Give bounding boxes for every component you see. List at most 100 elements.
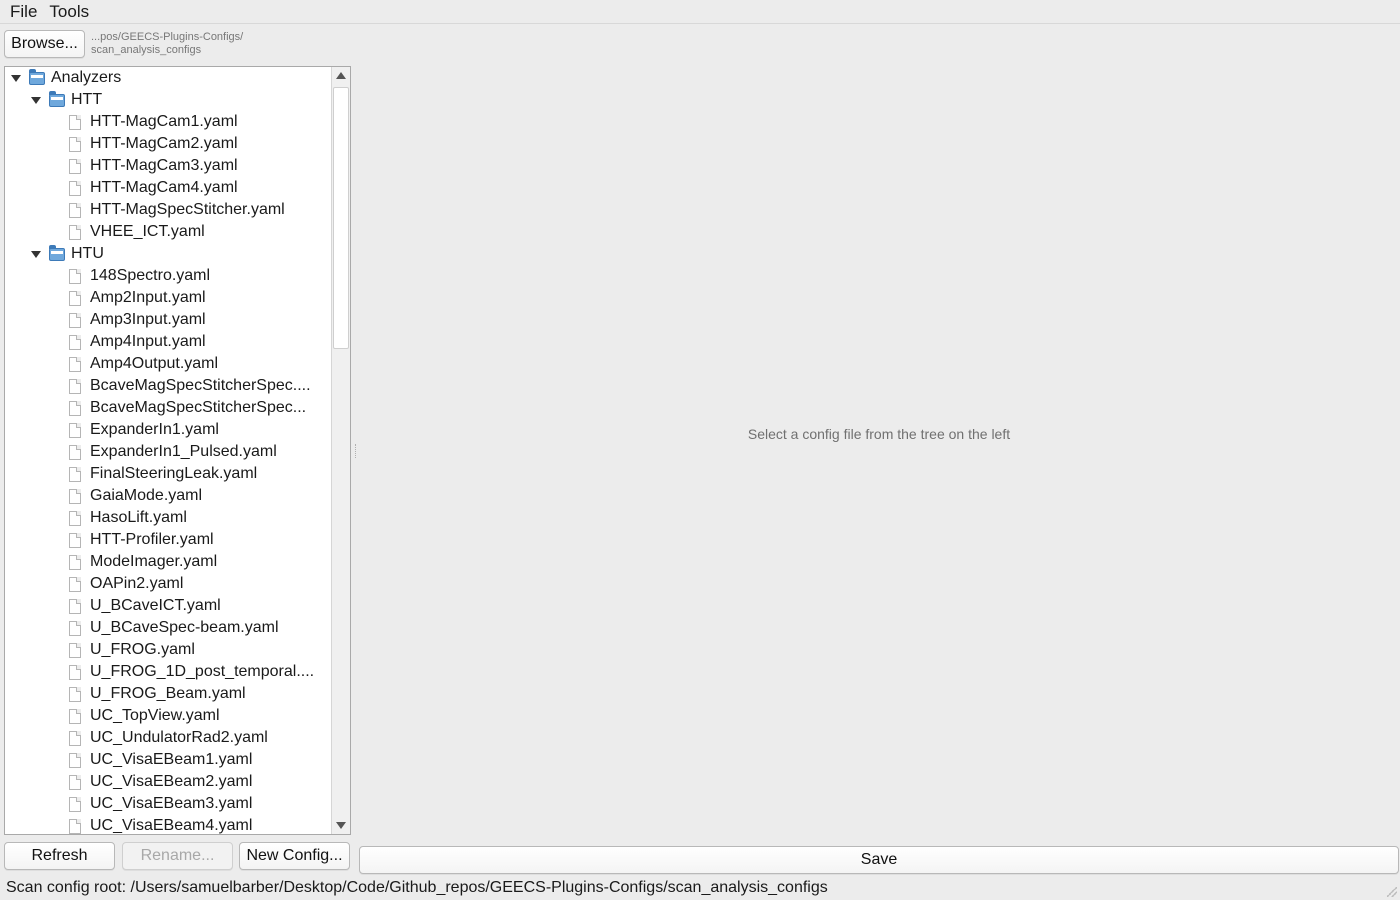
save-button[interactable]: Save bbox=[359, 846, 1399, 874]
new-config-button[interactable]: New Config... bbox=[239, 842, 350, 870]
file-icon bbox=[69, 290, 81, 306]
tree-file-item[interactable]: 148Spectro.yaml bbox=[5, 265, 332, 287]
tree-file-item[interactable]: U_FROG_Beam.yaml bbox=[5, 683, 332, 705]
scroll-up-icon[interactable] bbox=[336, 72, 346, 79]
tree-file-label: OAPin2.yaml bbox=[90, 575, 184, 592]
resize-grip-icon[interactable] bbox=[1387, 887, 1397, 897]
tree-file-label: Amp4Input.yaml bbox=[90, 333, 206, 350]
tree-file-label: ExpanderIn1.yaml bbox=[90, 421, 219, 438]
tree-file-label: Amp4Output.yaml bbox=[90, 355, 219, 372]
tree-file-item[interactable]: UC_VisaEBeam4.yaml bbox=[5, 815, 332, 834]
tree-file-item[interactable]: ExpanderIn1_Pulsed.yaml bbox=[5, 441, 332, 463]
folder-icon bbox=[29, 68, 45, 85]
chevron-down-icon[interactable] bbox=[31, 250, 41, 258]
file-icon bbox=[69, 598, 81, 614]
tree-file-item[interactable]: UC_VisaEBeam2.yaml bbox=[5, 771, 332, 793]
tree-file-label: U_BCaveICT.yaml bbox=[90, 597, 221, 614]
tree-file-item[interactable]: HTT-MagSpecStitcher.yaml bbox=[5, 199, 332, 221]
tree-file-item[interactable]: HTT-Profiler.yaml bbox=[5, 529, 332, 551]
tree-file-label: HTT-MagCam3.yaml bbox=[90, 157, 238, 174]
tree-file-label: U_FROG_1D_post_temporal.... bbox=[90, 663, 315, 680]
tree-file-item[interactable]: Amp2Input.yaml bbox=[5, 287, 332, 309]
tree-file-item[interactable]: HasoLift.yaml bbox=[5, 507, 332, 529]
tree-file-label: FinalSteeringLeak.yaml bbox=[90, 465, 258, 482]
refresh-button[interactable]: Refresh bbox=[4, 842, 115, 870]
tree-file-item[interactable]: BcaveMagSpecStitcherSpec.... bbox=[5, 375, 332, 397]
file-icon bbox=[69, 400, 81, 416]
tree-file-item[interactable]: U_BCaveICT.yaml bbox=[5, 595, 332, 617]
tree-file-label: HTT-MagSpecStitcher.yaml bbox=[90, 201, 285, 218]
tree-file-label: ExpanderIn1_Pulsed.yaml bbox=[90, 443, 277, 460]
folder-icon bbox=[49, 90, 65, 107]
tree-file-item[interactable]: HTT-MagCam3.yaml bbox=[5, 155, 332, 177]
file-icon bbox=[69, 642, 81, 658]
tree-file-item[interactable]: VHEE_ICT.yaml bbox=[5, 221, 332, 243]
tree-scrollbar[interactable] bbox=[331, 67, 350, 834]
tree-file-item[interactable]: HTT-MagCam2.yaml bbox=[5, 133, 332, 155]
tree-file-label: HTT-Profiler.yaml bbox=[90, 531, 214, 548]
tree-file-item[interactable]: UC_VisaEBeam3.yaml bbox=[5, 793, 332, 815]
tree-file-label: VHEE_ICT.yaml bbox=[90, 223, 205, 240]
file-icon bbox=[69, 312, 81, 328]
tree-file-label: HTT-MagCam4.yaml bbox=[90, 179, 238, 196]
tree-file-item[interactable]: Amp3Input.yaml bbox=[5, 309, 332, 331]
tree-file-item[interactable]: ModeImager.yaml bbox=[5, 551, 332, 573]
rename-button: Rename... bbox=[122, 842, 233, 870]
tree-file-item[interactable]: ExpanderIn1.yaml bbox=[5, 419, 332, 441]
tree-file-label: U_BCaveSpec-beam.yaml bbox=[90, 619, 279, 636]
splitter-handle[interactable] bbox=[355, 444, 357, 458]
tree-file-label: ModeImager.yaml bbox=[90, 553, 218, 570]
file-icon bbox=[69, 730, 81, 746]
tree-file-item[interactable]: HTT-MagCam1.yaml bbox=[5, 111, 332, 133]
file-icon bbox=[69, 532, 81, 548]
file-icon bbox=[69, 708, 81, 724]
tree-file-label: UC_VisaEBeam2.yaml bbox=[90, 773, 253, 790]
file-icon bbox=[69, 224, 81, 240]
tree-file-item[interactable]: UC_TopView.yaml bbox=[5, 705, 332, 727]
chevron-down-icon[interactable] bbox=[11, 74, 21, 82]
tree-file-label: UC_UndulatorRad2.yaml bbox=[90, 729, 268, 746]
tree-file-label: Amp3Input.yaml bbox=[90, 311, 206, 328]
path-toolbar: Browse... ...pos/GEECS-Plugins-Configs/ … bbox=[4, 30, 243, 58]
file-icon bbox=[69, 510, 81, 526]
tree-file-label: HTT-MagCam1.yaml bbox=[90, 113, 238, 130]
editor-area: Select a config file from the tree on th… bbox=[360, 66, 1398, 835]
tree-folder[interactable]: HTT bbox=[5, 89, 332, 111]
file-icon bbox=[69, 466, 81, 482]
tree-file-item[interactable]: U_BCaveSpec-beam.yaml bbox=[5, 617, 332, 639]
tree-file-item[interactable]: OAPin2.yaml bbox=[5, 573, 332, 595]
tree-file-item[interactable]: U_FROG_1D_post_temporal.... bbox=[5, 661, 332, 683]
tree-file-item[interactable]: HTT-MagCam4.yaml bbox=[5, 177, 332, 199]
tree-file-item[interactable]: U_FROG.yaml bbox=[5, 639, 332, 661]
tree-file-item[interactable]: UC_VisaEBeam1.yaml bbox=[5, 749, 332, 771]
tree-file-label: BcaveMagSpecStitcherSpec... bbox=[90, 399, 307, 416]
config-tree[interactable]: Analyzers HTT HTT-MagCam1.yaml HTT-MagCam2.… bbox=[4, 66, 351, 835]
tree-file-label: U_FROG.yaml bbox=[90, 641, 195, 658]
config-path-label: ...pos/GEECS-Plugins-Configs/ scan_analy… bbox=[91, 31, 243, 57]
empty-state-message: Select a config file from the tree on th… bbox=[747, 426, 1011, 442]
tree-file-item[interactable]: Amp4Output.yaml bbox=[5, 353, 332, 375]
tree-folder-label: HTT bbox=[71, 91, 103, 108]
file-icon bbox=[69, 334, 81, 350]
tree-root-analyzers[interactable]: Analyzers bbox=[5, 67, 332, 89]
menu-tools[interactable]: Tools bbox=[43, 0, 95, 24]
tree-file-label: HasoLift.yaml bbox=[90, 509, 187, 526]
file-icon bbox=[69, 180, 81, 196]
scroll-down-icon[interactable] bbox=[336, 822, 346, 829]
menu-file[interactable]: File bbox=[4, 0, 43, 24]
file-icon bbox=[69, 158, 81, 174]
tree-file-item[interactable]: UC_UndulatorRad2.yaml bbox=[5, 727, 332, 749]
tree-file-item[interactable]: GaiaMode.yaml bbox=[5, 485, 332, 507]
tree-folder-label: Analyzers bbox=[51, 69, 122, 86]
tree-file-item[interactable]: Amp4Input.yaml bbox=[5, 331, 332, 353]
file-icon bbox=[69, 554, 81, 570]
file-icon bbox=[69, 422, 81, 438]
tree-file-item[interactable]: BcaveMagSpecStitcherSpec... bbox=[5, 397, 332, 419]
browse-button[interactable]: Browse... bbox=[4, 30, 85, 58]
file-icon bbox=[69, 488, 81, 504]
scroll-thumb[interactable] bbox=[333, 87, 349, 349]
chevron-down-icon[interactable] bbox=[31, 96, 41, 104]
tree-file-item[interactable]: FinalSteeringLeak.yaml bbox=[5, 463, 332, 485]
tree-folder[interactable]: HTU bbox=[5, 243, 332, 265]
file-icon bbox=[69, 686, 81, 702]
